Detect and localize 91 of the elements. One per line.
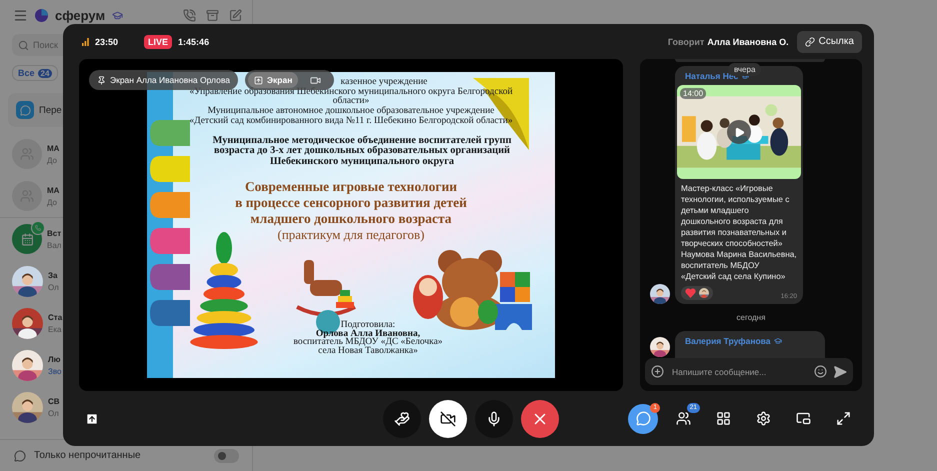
group-avatar bbox=[12, 181, 42, 211]
leave-call-button[interactable] bbox=[520, 400, 558, 438]
slide-heading: возраста до 3-х лет дошкольных образовательных организаций bbox=[214, 146, 510, 156]
slide-text: села Новая Таволжанка» bbox=[318, 347, 418, 356]
slide-title: младшего дошкольного возраста bbox=[250, 211, 452, 228]
filter-chip[interactable]: Все 24 bbox=[12, 65, 58, 81]
chat-preview: Ол bbox=[48, 282, 59, 292]
message-input[interactable]: Напишите сообщение... bbox=[670, 366, 808, 378]
slide-heading: Муниципальное методическое объединение воспитателей групп bbox=[212, 136, 512, 146]
slide-title: Современные игровые технологии bbox=[244, 179, 458, 196]
chat-icon bbox=[16, 101, 34, 119]
pinned-card[interactable]: Пере bbox=[8, 93, 63, 127]
heart-icon bbox=[685, 288, 696, 298]
expand-icon bbox=[836, 411, 850, 426]
attach-icon[interactable] bbox=[651, 365, 664, 378]
message-field[interactable]: Напишите сообщение... bbox=[645, 358, 853, 385]
brand-name: сферум bbox=[55, 8, 106, 22]
slide-text: области» bbox=[332, 97, 370, 108]
settings-icon bbox=[756, 411, 770, 426]
speaker-name: Алла Ивановна О. bbox=[707, 36, 789, 46]
message-text: Мастер-класс «Игровые технологии, используемые с детьми младшего дошкольного возраста для развития познавательных и творческих способностей» Наумова Марина Васильевна, воспитатель МБДОУ «Детский сад села Купино» bbox=[680, 183, 798, 282]
date-label: сегодня bbox=[736, 313, 766, 322]
slide-heading: Шебекинского муниципального округа bbox=[270, 156, 454, 168]
slide-text: Муниципальное автономное дошкольное образовательное учреждение bbox=[208, 107, 494, 116]
chat-preview: Вал bbox=[47, 240, 62, 250]
call-duration: 1:45:46 bbox=[178, 36, 210, 46]
live-badge: LIVE bbox=[144, 34, 172, 48]
chat-name: СВ bbox=[48, 396, 60, 406]
chat-preview: До bbox=[47, 198, 58, 206]
clock-time: 23:50 bbox=[95, 36, 118, 46]
filter-label: Только непрочитанные bbox=[34, 450, 141, 461]
chat-name: Вст bbox=[47, 228, 62, 238]
search-field[interactable]: Поиск bbox=[12, 34, 63, 56]
calendar-avatar bbox=[12, 224, 42, 254]
chat-preview: До bbox=[47, 156, 58, 164]
graduation-cap-icon bbox=[112, 10, 124, 20]
video-attachment[interactable]: 14:00 bbox=[677, 85, 801, 179]
signal-icon bbox=[82, 38, 89, 46]
chat-preview: Зво bbox=[48, 366, 62, 376]
hand-icon bbox=[394, 410, 410, 426]
chat-preview: Ол bbox=[48, 408, 60, 418]
video-duration: 14:00 bbox=[680, 88, 706, 99]
slide-title: в процессе сенсорного развития детей bbox=[235, 195, 467, 212]
pinned-screen-chip[interactable]: Экран Алла Ивановна Орлова bbox=[89, 70, 238, 90]
chat-preview: Ека bbox=[48, 324, 62, 334]
chat-name: Ста bbox=[48, 312, 62, 322]
slide-text: Подготовила: bbox=[340, 321, 396, 330]
grid-icon bbox=[716, 411, 730, 426]
slide-subtitle: (практикум для педагогов) bbox=[277, 227, 425, 244]
compose-icon[interactable] bbox=[229, 8, 242, 22]
speaker-label: Говорит bbox=[668, 36, 704, 46]
camera-off-icon bbox=[440, 410, 456, 426]
message-author: Валерия Труфанова bbox=[684, 336, 771, 346]
microphone-icon bbox=[486, 410, 502, 426]
reaction-button[interactable] bbox=[681, 286, 713, 300]
count-badge: 24 bbox=[38, 68, 52, 78]
raise-hand-button[interactable] bbox=[382, 400, 420, 438]
graduation-cap-icon bbox=[774, 337, 782, 345]
picture-in-picture-icon bbox=[796, 411, 810, 426]
toggle-switch[interactable] bbox=[214, 448, 239, 462]
phone-icon[interactable] bbox=[183, 8, 196, 22]
chat-name: МА bbox=[47, 186, 60, 194]
chat-icon bbox=[636, 411, 650, 426]
emoji-icon[interactable] bbox=[814, 365, 827, 378]
slide-author: Орлова Алла Ивановна, bbox=[316, 330, 420, 338]
chat-name: МА bbox=[47, 144, 60, 152]
logo-icon bbox=[35, 8, 48, 22]
pinned-title: Пере bbox=[39, 104, 62, 116]
chat-name: Лю bbox=[48, 354, 62, 364]
menu-icon[interactable] bbox=[13, 8, 28, 22]
microphone-button[interactable] bbox=[474, 400, 512, 438]
slide-text: казенное учреждение bbox=[340, 78, 428, 87]
chat-icon bbox=[14, 450, 26, 462]
link-icon bbox=[804, 36, 815, 46]
pin-icon bbox=[97, 76, 106, 84]
group-avatar bbox=[12, 139, 42, 169]
link-button[interactable]: Ссылка bbox=[796, 30, 862, 52]
chat-name: За bbox=[48, 270, 58, 280]
camera-button[interactable] bbox=[428, 400, 466, 438]
slide-text: воспитатель МБДОУ «ДС «Белочка» bbox=[293, 338, 443, 348]
send-icon[interactable] bbox=[833, 364, 847, 378]
search-icon bbox=[18, 40, 29, 50]
archive-icon[interactable] bbox=[206, 8, 219, 22]
camera-icon bbox=[310, 74, 322, 86]
play-icon bbox=[734, 126, 744, 138]
share-screen-button[interactable] bbox=[85, 412, 99, 426]
screen-tab[interactable]: Экран bbox=[248, 72, 298, 88]
share-icon bbox=[85, 412, 99, 426]
share-icon bbox=[254, 76, 263, 84]
users-icon bbox=[676, 411, 690, 426]
search-placeholder: Поиск bbox=[33, 40, 58, 50]
